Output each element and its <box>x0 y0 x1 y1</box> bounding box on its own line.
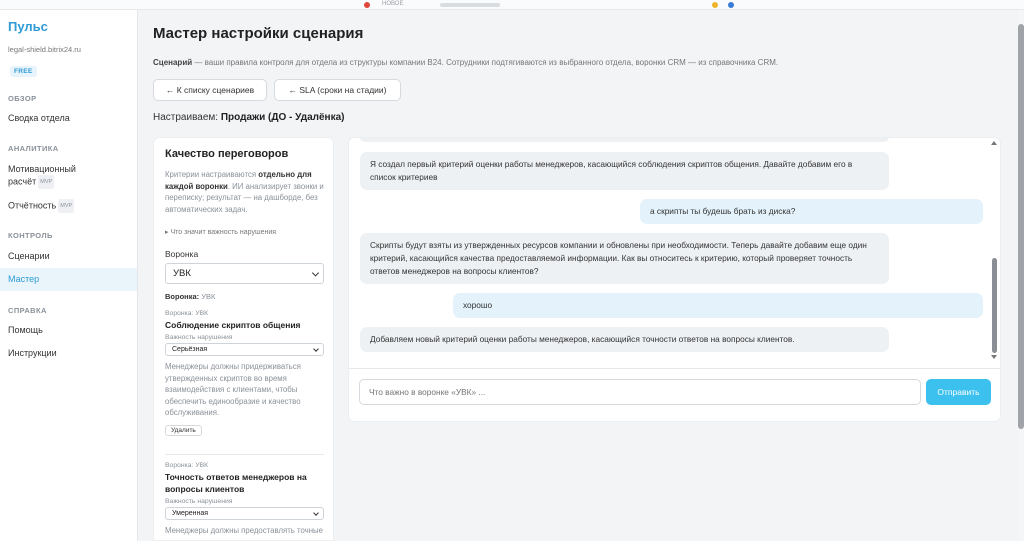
funnel-select-value: УВК <box>173 268 191 279</box>
chat-input[interactable] <box>359 379 921 405</box>
current-funnel-label: Воронка: <box>165 292 202 301</box>
browser-tab-label[interactable]: НОВОЕ <box>382 1 403 7</box>
section-analytics-title: АНАЛИТИКА <box>8 144 59 153</box>
chat-divider <box>349 368 1000 369</box>
tuning-label: Настраиваем: Продажи (ДО - Удалёнка) <box>153 112 345 123</box>
browser-address-bar[interactable] <box>440 3 500 7</box>
importance-select[interactable]: Умеренная <box>165 507 324 520</box>
importance-select-value: Умеренная <box>172 510 209 517</box>
plan-badge: FREE <box>10 66 37 77</box>
send-button[interactable]: Отправить <box>926 379 991 405</box>
page-title: Мастер настройки сценария <box>153 25 364 42</box>
browser-top-strip: НОВОЕ <box>0 0 1024 10</box>
chat-message-bot: Скрипты будут взяты из утвержденных ресу… <box>360 233 889 284</box>
chat-message-bot: Я создал первый критерий оценки работы м… <box>360 152 889 190</box>
section-overview-title: ОБЗОР <box>8 94 37 103</box>
sidebar-item-label: Мотивационный <box>8 164 76 174</box>
criterion-card: Воронка: УВК Соблюдение скриптов общения… <box>165 310 325 437</box>
importance-select[interactable]: Серьёзная <box>165 343 324 356</box>
sla-button[interactable]: ← SLA (сроки на стадии) <box>274 79 401 101</box>
intro-text: Критерии настраиваются <box>165 170 259 179</box>
criterion-description: Менеджеры должны предоставлять точные и … <box>165 526 323 540</box>
current-funnel-value: УВК <box>201 292 216 301</box>
funnel-label: Воронка <box>165 249 199 259</box>
mvp-badge: MVP <box>38 175 55 189</box>
sidebar-item-reports[interactable]: Отчётность MVP <box>0 199 137 213</box>
criterion-title: Точность ответов менеджеров на вопросы к… <box>165 472 307 494</box>
criterion-description: Менеджеры должны придерживаться утвержде… <box>165 362 301 417</box>
sidebar: Пульс legal-shield.bitrix24.ru FREE ОБЗО… <box>0 10 138 541</box>
chat-message-user: хорошо <box>453 293 983 318</box>
sidebar-item-help[interactable]: Помощь <box>0 324 137 336</box>
scroll-up-icon[interactable] <box>991 141 997 145</box>
importance-label: Важность нарушения <box>165 498 233 505</box>
chevron-down-icon <box>313 346 319 352</box>
chat-message-cut <box>360 138 889 142</box>
sidebar-item-department-summary[interactable]: Сводка отдела <box>0 112 137 124</box>
chat-scrollbar[interactable] <box>992 258 997 353</box>
section-help-title: СПРАВКА <box>8 306 47 315</box>
sidebar-item-label: расчёт <box>8 176 37 187</box>
panel-intro: Критерии настраиваются отдельно для кажд… <box>165 169 327 215</box>
current-funnel: Воронка: УВК <box>165 292 215 301</box>
sidebar-item-motivation[interactable]: Мотивационный расчёт MVP <box>0 163 137 189</box>
chevron-down-icon <box>311 268 320 277</box>
chat-message-user: а скрипты ты будешь брать из диска? <box>640 199 983 224</box>
criterion-funnel: Воронка: УВК <box>165 310 209 317</box>
bell-icon[interactable] <box>712 2 718 8</box>
importance-select-value: Серьёзная <box>172 346 208 353</box>
chevron-down-icon <box>313 510 319 516</box>
portal-domain: legal-shield.bitrix24.ru <box>8 45 81 54</box>
desc-bold: Сценарий <box>153 58 193 67</box>
importance-help-toggle[interactable]: ▸ Что значит важность нарушения <box>165 228 276 236</box>
notification-badge-icon[interactable] <box>364 2 370 8</box>
chat-panel: Я создал первый критерий оценки работы м… <box>348 137 1001 422</box>
main-content: Мастер настройки сценария Сценарий — ваш… <box>138 10 1018 541</box>
page-scrollbar[interactable] <box>1018 10 1024 541</box>
tuning-value: Продажи (ДО - Удалёнка) <box>220 112 345 123</box>
criterion-title: Соблюдение скриптов общения <box>165 320 301 330</box>
mvp-badge: MVP <box>58 199 75 213</box>
funnel-select[interactable]: УВК <box>165 263 324 284</box>
sidebar-item-instructions[interactable]: Инструкции <box>0 347 137 359</box>
section-control-title: КОНТРОЛЬ <box>8 231 53 240</box>
back-to-scenarios-button[interactable]: ← К списку сценариев <box>153 79 267 101</box>
criterion-card: Воронка: УВК Точность ответов менеджеров… <box>165 462 325 540</box>
scroll-down-icon[interactable] <box>991 355 997 359</box>
criteria-divider <box>165 454 324 455</box>
desc-text: — ваши правила контроля для отдела из ст… <box>192 58 779 67</box>
importance-label: Важность нарушения <box>165 334 233 341</box>
chat-message-bot: Добавляем новый критерий оценки работы м… <box>360 327 889 352</box>
page-scrollbar-thumb[interactable] <box>1018 24 1024 429</box>
delete-criterion-button[interactable]: Удалить <box>165 424 202 436</box>
tuning-prefix: Настраиваем: <box>153 112 221 123</box>
page-description: Сценарий — ваши правила контроля для отд… <box>153 58 1013 67</box>
sidebar-item-scenarios[interactable]: Сценарии <box>0 250 137 262</box>
profile-icon[interactable] <box>728 2 734 8</box>
panel-title: Качество переговоров <box>165 148 289 160</box>
app-logo[interactable]: Пульс <box>8 19 48 34</box>
criteria-panel: Качество переговоров Критерии настраиваю… <box>153 137 334 541</box>
criterion-funnel: Воронка: УВК <box>165 462 209 469</box>
sidebar-item-label: Отчётность <box>8 200 57 211</box>
sidebar-item-wizard[interactable]: Мастер <box>0 268 137 291</box>
